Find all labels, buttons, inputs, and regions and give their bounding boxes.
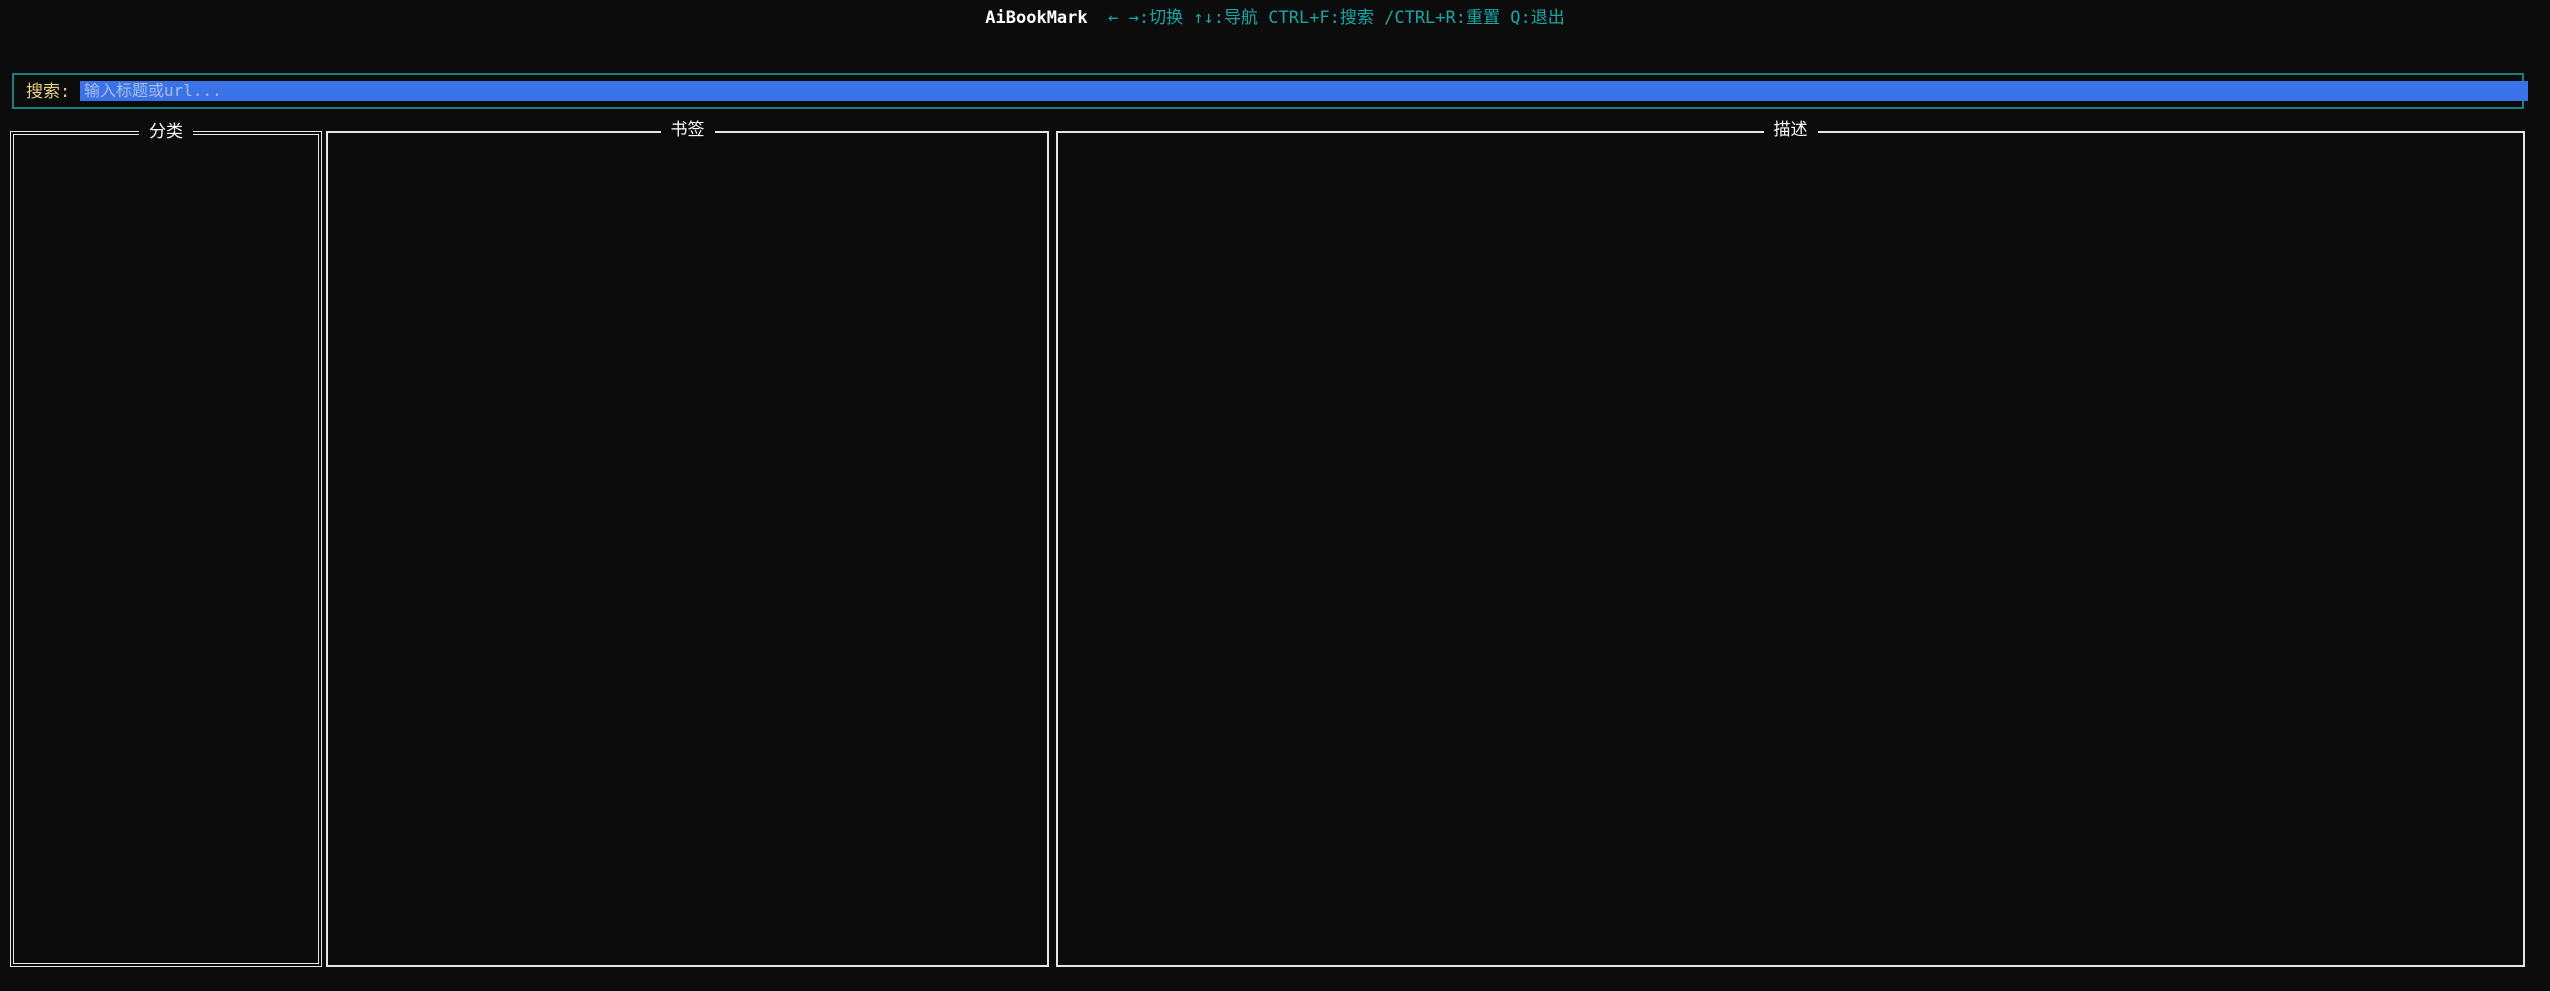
search-bar: 搜索:	[12, 73, 2528, 109]
app-header: AiBookMark ← →:切换 ↑↓:导航 CTRL+F:搜索 /CTRL+…	[0, 7, 2550, 29]
bookmarks-list[interactable]	[334, 143, 1041, 959]
keyboard-hints: ← →:切换 ↑↓:导航 CTRL+F:搜索 /CTRL+R:重置 Q:退出	[1108, 8, 1565, 28]
bookmarks-panel-title: 书签	[328, 120, 1047, 140]
search-label: 搜索:	[26, 82, 71, 102]
bookmarks-panel[interactable]: 书签	[326, 120, 1049, 967]
search-input[interactable]	[80, 81, 2528, 101]
description-panel-title: 描述	[1058, 120, 2523, 140]
categories-list[interactable]	[20, 145, 312, 957]
categories-panel-title: 分类	[14, 122, 318, 142]
categories-panel[interactable]: 分类	[10, 122, 322, 967]
description-content	[1064, 143, 2517, 959]
app-title: AiBookMark	[985, 8, 1088, 28]
description-panel: 描述	[1056, 120, 2525, 967]
